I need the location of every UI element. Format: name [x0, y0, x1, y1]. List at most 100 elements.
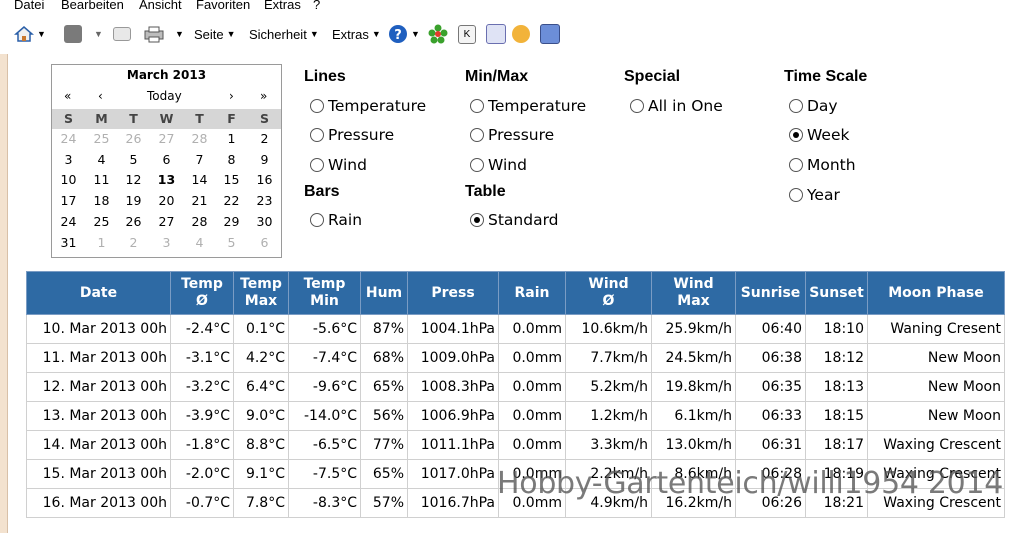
- calendar-day[interactable]: 20: [150, 191, 183, 211]
- calendar-day[interactable]: 24: [52, 212, 85, 232]
- lines-wind-option[interactable]: Wind: [310, 156, 367, 174]
- minmax-wind-option[interactable]: Wind: [470, 156, 527, 174]
- radio-button[interactable]: [310, 158, 324, 172]
- calendar-day[interactable]: 3: [52, 150, 85, 170]
- timescale-year-option[interactable]: Year: [789, 186, 840, 204]
- calendar-day[interactable]: 8: [215, 150, 248, 170]
- bars-rain-option[interactable]: Rain: [310, 211, 362, 229]
- radio-button[interactable]: [789, 99, 803, 113]
- calendar-day[interactable]: 11: [85, 170, 118, 190]
- calendar-next-month[interactable]: ›: [229, 89, 234, 103]
- page-menu-button[interactable]: Seite ▼: [194, 24, 236, 44]
- table-standard-option[interactable]: Standard: [470, 211, 559, 229]
- timescale-month-option[interactable]: Month: [789, 156, 856, 174]
- calendar-day[interactable]: 26: [117, 129, 150, 149]
- radio-button[interactable]: [310, 128, 324, 142]
- table-cell: -7.5°C: [288, 459, 361, 489]
- calendar-day[interactable]: 28: [183, 212, 216, 232]
- addon-note-button[interactable]: [486, 24, 506, 44]
- radio-button[interactable]: [789, 158, 803, 172]
- timescale-week-option[interactable]: Week: [789, 126, 849, 144]
- option-label: Temperature: [328, 97, 427, 115]
- calendar-prev-year[interactable]: «: [64, 89, 71, 103]
- calendar-day[interactable]: 27: [150, 129, 183, 149]
- feeds-button[interactable]: ▼: [64, 24, 103, 44]
- calendar-day[interactable]: 1: [215, 129, 248, 149]
- calendar-day[interactable]: 21: [183, 191, 216, 211]
- calendar-day[interactable]: 15: [215, 170, 248, 190]
- calendar-day[interactable]: 24: [52, 129, 85, 149]
- calendar-day[interactable]: 2: [248, 129, 281, 149]
- calendar-day[interactable]: 3: [150, 233, 183, 253]
- radio-button[interactable]: [789, 188, 803, 202]
- calendar-day[interactable]: 13: [150, 170, 183, 191]
- calendar-day[interactable]: 23: [248, 191, 281, 211]
- mail-button[interactable]: [113, 24, 131, 44]
- addon-k-button[interactable]: K: [458, 24, 476, 44]
- calendar-day[interactable]: 29: [215, 212, 248, 232]
- calendar-day[interactable]: 5: [117, 150, 150, 170]
- extras-menu-button[interactable]: Extras ▼: [332, 24, 381, 44]
- calendar-day[interactable]: 9: [248, 150, 281, 170]
- icq-button[interactable]: [428, 24, 448, 44]
- calendar-day[interactable]: 31: [52, 233, 85, 253]
- minmax-pressure-option[interactable]: Pressure: [470, 126, 554, 144]
- menu-bearbeiten[interactable]: Bearbeiten: [61, 0, 124, 12]
- calendar-day[interactable]: 14: [183, 170, 216, 190]
- radio-button-selected[interactable]: [470, 213, 484, 227]
- radio-button[interactable]: [310, 213, 324, 227]
- calendar-day[interactable]: 4: [85, 150, 118, 170]
- table-cell: New Moon: [867, 343, 1005, 373]
- calendar-day[interactable]: 4: [183, 233, 216, 253]
- menu-ansicht[interactable]: Ansicht: [139, 0, 182, 12]
- menu-favoriten[interactable]: Favoriten: [196, 0, 250, 12]
- radio-button[interactable]: [470, 128, 484, 142]
- addon-book-button[interactable]: [540, 24, 560, 44]
- calendar-day[interactable]: 1: [85, 233, 118, 253]
- radio-button[interactable]: [310, 99, 324, 113]
- calendar-day[interactable]: 7: [183, 150, 216, 170]
- calendar-day[interactable]: 10: [52, 170, 85, 190]
- calendar-day[interactable]: 17: [52, 191, 85, 211]
- table-cell: -9.6°C: [288, 372, 361, 402]
- calendar-day[interactable]: 25: [85, 129, 118, 149]
- minmax-temperature-option[interactable]: Temperature: [470, 97, 586, 115]
- calendar-day[interactable]: 27: [150, 212, 183, 232]
- print-button[interactable]: ▼: [143, 24, 184, 44]
- table-cell: 06:33: [735, 401, 806, 431]
- addon-music-button[interactable]: [512, 24, 530, 44]
- calendar-today[interactable]: Today: [147, 89, 182, 103]
- radio-button[interactable]: [630, 99, 644, 113]
- special-all-in-one-option[interactable]: All in One: [630, 97, 723, 115]
- menu-datei[interactable]: Datei: [14, 0, 44, 12]
- calendar-day[interactable]: 6: [150, 150, 183, 170]
- lines-pressure-option[interactable]: Pressure: [310, 126, 394, 144]
- calendar-day[interactable]: 19: [117, 191, 150, 211]
- table-cell: 1004.1hPa: [407, 314, 499, 344]
- calendar-day[interactable]: 28: [183, 129, 216, 149]
- calendar-day[interactable]: 22: [215, 191, 248, 211]
- menu-extras[interactable]: Extras: [264, 0, 301, 12]
- calendar-prev-month[interactable]: ‹: [98, 89, 103, 103]
- table-cell: 0.0mm: [498, 401, 566, 431]
- radio-button[interactable]: [470, 99, 484, 113]
- lines-temperature-option[interactable]: Temperature: [310, 97, 426, 115]
- home-button[interactable]: ▼: [14, 24, 46, 44]
- option-label: Standard: [488, 211, 559, 229]
- radio-button-selected[interactable]: [789, 128, 803, 142]
- calendar-day[interactable]: 12: [117, 170, 150, 190]
- calendar-day[interactable]: 26: [117, 212, 150, 232]
- calendar-day[interactable]: 6: [248, 233, 281, 253]
- calendar-day[interactable]: 25: [85, 212, 118, 232]
- calendar-day[interactable]: 2: [117, 233, 150, 253]
- calendar-day[interactable]: 18: [85, 191, 118, 211]
- menu-help[interactable]: ?: [313, 0, 320, 12]
- security-menu-button[interactable]: Sicherheit ▼: [249, 24, 319, 44]
- calendar-day[interactable]: 30: [248, 212, 281, 232]
- timescale-day-option[interactable]: Day: [789, 97, 838, 115]
- radio-button[interactable]: [470, 158, 484, 172]
- calendar-day[interactable]: 5: [215, 233, 248, 253]
- calendar-day[interactable]: 16: [248, 170, 281, 190]
- calendar-next-year[interactable]: »: [260, 89, 267, 103]
- help-button[interactable]: ? ▼: [388, 24, 420, 44]
